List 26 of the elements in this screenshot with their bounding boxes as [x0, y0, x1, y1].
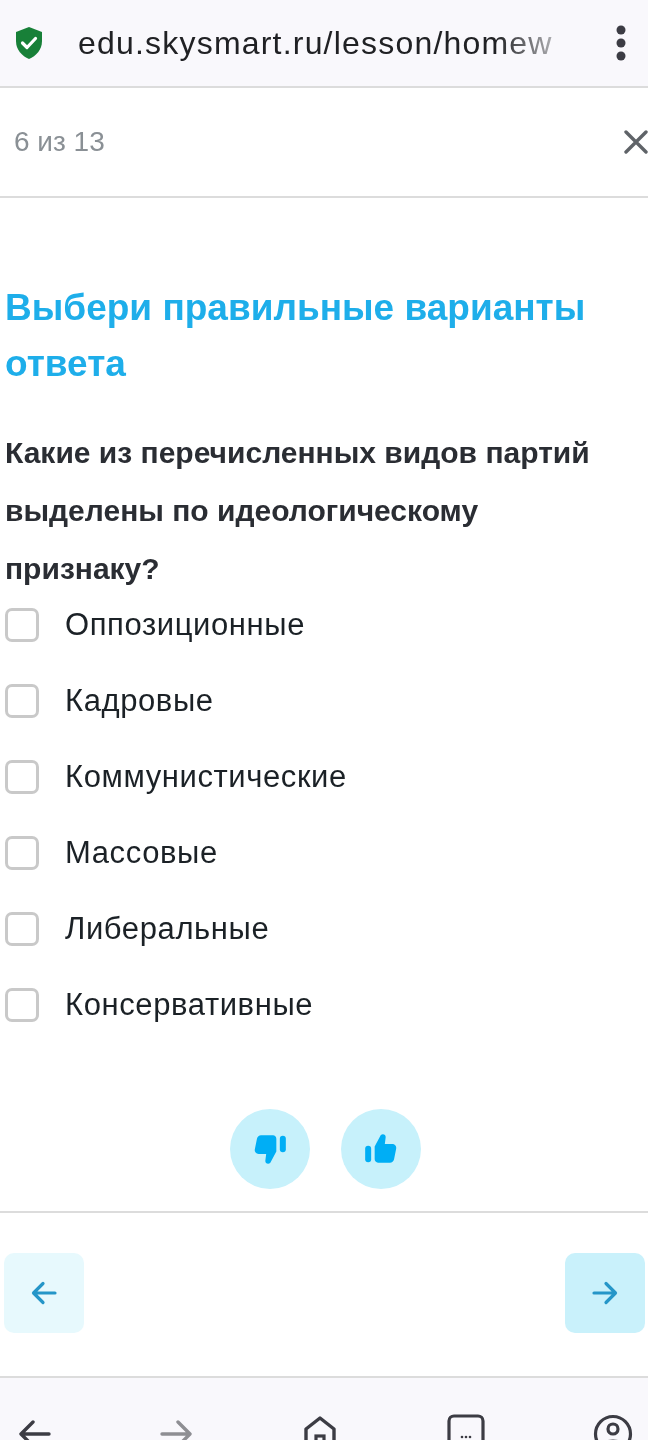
option-label[interactable]: Консервативные — [65, 981, 314, 1029]
right-arrow-icon — [591, 1279, 619, 1307]
option-label[interactable]: Либеральные — [65, 905, 270, 953]
checkbox[interactable] — [5, 912, 39, 946]
checkbox[interactable] — [5, 608, 39, 642]
tabs-icon[interactable] — [446, 1414, 487, 1440]
forward-icon[interactable] — [158, 1418, 193, 1440]
question-text: Какие из перечисленных видов партий выделены по идеологическому признаку? — [5, 435, 591, 587]
option-label[interactable]: Кадровые — [65, 677, 214, 725]
left-arrow-icon — [30, 1279, 58, 1307]
previous-button[interactable] — [4, 1253, 84, 1333]
checkbox[interactable] — [5, 760, 39, 794]
checkbox[interactable] — [5, 684, 39, 718]
account-icon[interactable] — [593, 1414, 633, 1440]
close-icon[interactable] — [624, 130, 648, 154]
secure-shield-icon[interactable] — [14, 26, 44, 60]
option-label[interactable]: Массовые — [65, 829, 218, 877]
option-label[interactable]: Коммунистические — [65, 753, 347, 801]
checkbox[interactable] — [5, 836, 39, 870]
option-label[interactable]: Оппозиционные — [65, 601, 305, 649]
next-button[interactable] — [565, 1253, 645, 1333]
back-icon[interactable] — [18, 1418, 52, 1440]
progress-counter: 6 из 13 — [13, 125, 105, 159]
task-title: Выбери правильные варианты ответа — [5, 286, 587, 386]
menu-icon[interactable] — [616, 25, 626, 61]
checkbox[interactable] — [5, 988, 39, 1022]
